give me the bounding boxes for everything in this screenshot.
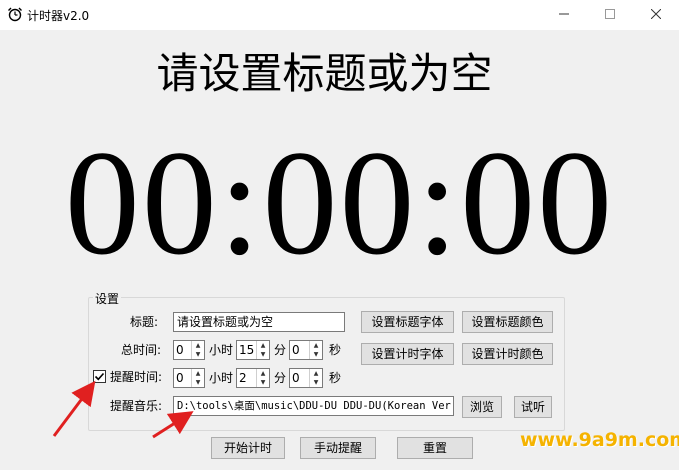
total-hours-stepper[interactable]: 0 ▲ ▼ bbox=[173, 340, 205, 360]
spin-up-icon[interactable]: ▲ bbox=[310, 369, 322, 378]
reminder-seconds-value: 0 bbox=[292, 371, 300, 385]
spin-down-icon[interactable]: ▼ bbox=[192, 378, 204, 387]
manual-remind-button[interactable]: 手动提醒 bbox=[300, 437, 376, 459]
total-hours-unit: 小时 bbox=[209, 343, 234, 357]
set-title-font-button[interactable]: 设置标题字体 bbox=[361, 311, 454, 333]
total-minutes-value: 15 bbox=[239, 343, 255, 357]
reminder-minutes-stepper[interactable]: 2 ▲ ▼ bbox=[236, 368, 270, 388]
set-timer-font-button[interactable]: 设置计时字体 bbox=[361, 343, 454, 365]
maximize-icon bbox=[605, 9, 615, 19]
close-button[interactable] bbox=[633, 0, 679, 30]
reminder-minutes-unit: 分 bbox=[274, 371, 287, 385]
total-time-label: 总时间: bbox=[121, 343, 162, 357]
site-watermark: www.9a9m.com bbox=[520, 429, 679, 451]
minimize-icon bbox=[559, 13, 569, 15]
minimize-button[interactable] bbox=[541, 0, 587, 30]
annotation-arrow-checkbox bbox=[52, 380, 96, 437]
reminder-checkbox[interactable] bbox=[93, 370, 106, 383]
reset-button[interactable]: 重置 bbox=[397, 437, 473, 459]
total-seconds-stepper[interactable]: 0 ▲ ▼ bbox=[289, 340, 323, 360]
spin-down-icon[interactable]: ▼ bbox=[310, 350, 322, 359]
maximize-button[interactable] bbox=[587, 0, 633, 30]
reminder-time-label: 提醒时间: bbox=[110, 370, 163, 384]
title-label: 标题: bbox=[130, 315, 159, 329]
total-seconds-unit: 秒 bbox=[329, 343, 342, 357]
spin-down-icon[interactable]: ▼ bbox=[310, 378, 322, 387]
total-minutes-stepper[interactable]: 15 ▲ ▼ bbox=[236, 340, 270, 360]
browse-button[interactable]: 浏览 bbox=[462, 396, 502, 418]
music-path-input[interactable]: D:\tools\桌面\music\DDU-DU DDU-DU(Korean V… bbox=[173, 396, 454, 416]
timer-window: 计时器v2.0 请设置标题或为空 00:00:00 设置 标题: 请设置标题或为… bbox=[0, 0, 679, 470]
title-input[interactable]: 请设置标题或为空 bbox=[173, 312, 345, 332]
reminder-minutes-value: 2 bbox=[239, 371, 247, 385]
display-title: 请设置标题或为空 bbox=[156, 49, 493, 98]
music-label: 提醒音乐: bbox=[110, 399, 163, 413]
reminder-seconds-stepper[interactable]: 0 ▲ ▼ bbox=[289, 368, 323, 388]
spin-up-icon[interactable]: ▲ bbox=[257, 369, 269, 378]
checkmark-icon bbox=[94, 372, 105, 381]
set-timer-color-button[interactable]: 设置计时颜色 bbox=[462, 343, 553, 365]
total-minutes-unit: 分 bbox=[274, 343, 287, 357]
spin-up-icon[interactable]: ▲ bbox=[192, 369, 204, 378]
reminder-hours-unit: 小时 bbox=[209, 371, 234, 385]
window-title: 计时器v2.0 bbox=[27, 9, 90, 23]
spin-up-icon[interactable]: ▲ bbox=[257, 341, 269, 350]
spin-down-icon[interactable]: ▼ bbox=[192, 350, 204, 359]
spin-up-icon[interactable]: ▲ bbox=[192, 341, 204, 350]
total-hours-value: 0 bbox=[176, 343, 184, 357]
reminder-hours-value: 0 bbox=[176, 371, 184, 385]
reminder-hours-stepper[interactable]: 0 ▲ ▼ bbox=[173, 368, 205, 388]
alarm-clock-icon bbox=[7, 6, 23, 22]
timer-display: 00:00:00 bbox=[64, 120, 615, 286]
start-timer-button[interactable]: 开始计时 bbox=[211, 437, 285, 459]
close-icon bbox=[650, 8, 662, 20]
spin-up-icon[interactable]: ▲ bbox=[310, 341, 322, 350]
spin-down-icon[interactable]: ▼ bbox=[257, 378, 269, 387]
set-title-color-button[interactable]: 设置标题颜色 bbox=[462, 311, 553, 333]
preview-button[interactable]: 试听 bbox=[514, 396, 552, 418]
total-seconds-value: 0 bbox=[292, 343, 300, 357]
reminder-seconds-unit: 秒 bbox=[329, 371, 342, 385]
settings-group-label: 设置 bbox=[93, 290, 122, 307]
title-bar: 计时器v2.0 bbox=[0, 0, 679, 30]
spin-down-icon[interactable]: ▼ bbox=[257, 350, 269, 359]
